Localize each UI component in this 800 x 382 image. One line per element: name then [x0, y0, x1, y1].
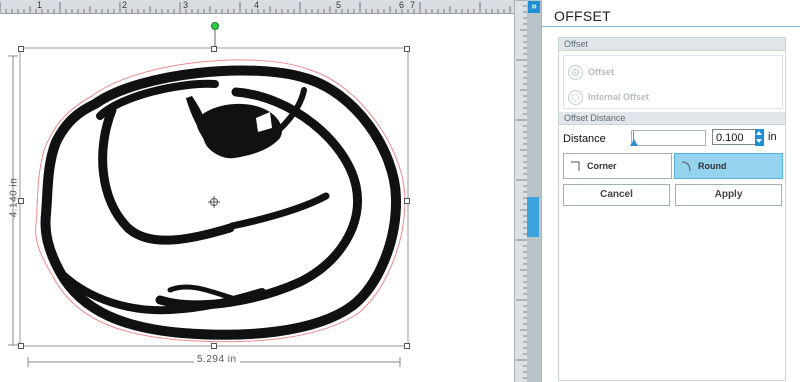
resize-handle-top[interactable]: [211, 46, 217, 52]
resize-handle-top-left[interactable]: [18, 46, 24, 52]
vertical-ruler-ticks: [516, 0, 527, 379]
spiral-center-arm: [186, 96, 206, 130]
stepper-down-icon[interactable]: [756, 139, 762, 143]
resize-handle-top-right[interactable]: [404, 46, 410, 52]
offset-section-header: Offset: [559, 38, 785, 51]
scroll-thumb[interactable]: [527, 197, 539, 237]
offset-option-label: Offset: [588, 67, 615, 77]
apply-button[interactable]: Apply: [675, 184, 782, 206]
round-corner-icon: [680, 159, 694, 173]
stepper-up-icon[interactable]: [756, 131, 762, 135]
resize-handle-bottom-right[interactable]: [404, 343, 410, 349]
corner-icon: [569, 159, 583, 173]
cancel-button[interactable]: Cancel: [563, 184, 670, 206]
round-button[interactable]: Round: [674, 153, 783, 179]
artwork-layer: [8, 30, 409, 367]
vertical-ruler: [514, 0, 527, 382]
panel-title-divider: [542, 26, 800, 27]
offset-settings: Offset Offset Internal Offset Offset Dis…: [558, 37, 786, 381]
offset-distance-section-header: Offset Distance: [559, 112, 785, 125]
spiral-center-blob: [196, 103, 282, 159]
resize-handle-bottom[interactable]: [211, 343, 217, 349]
panel-splitter[interactable]: [527, 0, 541, 382]
corner-button-label: Corner: [587, 161, 617, 171]
offset-type-group: Offset Internal Offset: [563, 55, 783, 109]
panel-title: OFFSET: [554, 8, 612, 24]
round-button-label: Round: [698, 161, 727, 171]
distance-slider[interactable]: [630, 130, 706, 146]
rotate-handle[interactable]: [211, 22, 219, 30]
unit-label: in: [768, 131, 777, 143]
distance-label: Distance: [563, 133, 606, 145]
slider-thumb[interactable]: [630, 139, 638, 146]
offset-panel: OFFSET Offset Offset Internal Offset Off…: [541, 0, 800, 382]
height-dimension-label: 4.140 in: [8, 177, 20, 218]
width-dimension-label: 5.294 in: [194, 354, 240, 365]
distance-stepper[interactable]: [755, 129, 764, 146]
resize-handle-right[interactable]: [404, 198, 410, 204]
distance-input[interactable]: 0.100: [712, 129, 758, 145]
internal-offset-option-label: Internal Offset: [588, 92, 650, 102]
collapse-panel-button[interactable]: »: [528, 1, 540, 13]
internal-offset-icon: [568, 89, 583, 105]
resize-handle-bottom-left[interactable]: [18, 343, 24, 349]
design-canvas[interactable]: 1 2 3 4 5 6 7 4.140 in 5.294 in: [0, 0, 514, 382]
internal-offset-option[interactable]: Internal Offset: [568, 88, 649, 106]
corner-button[interactable]: Corner: [563, 153, 672, 179]
offset-icon: [568, 64, 583, 80]
center-crosshair-icon: [208, 196, 220, 208]
offset-option[interactable]: Offset: [568, 63, 614, 81]
